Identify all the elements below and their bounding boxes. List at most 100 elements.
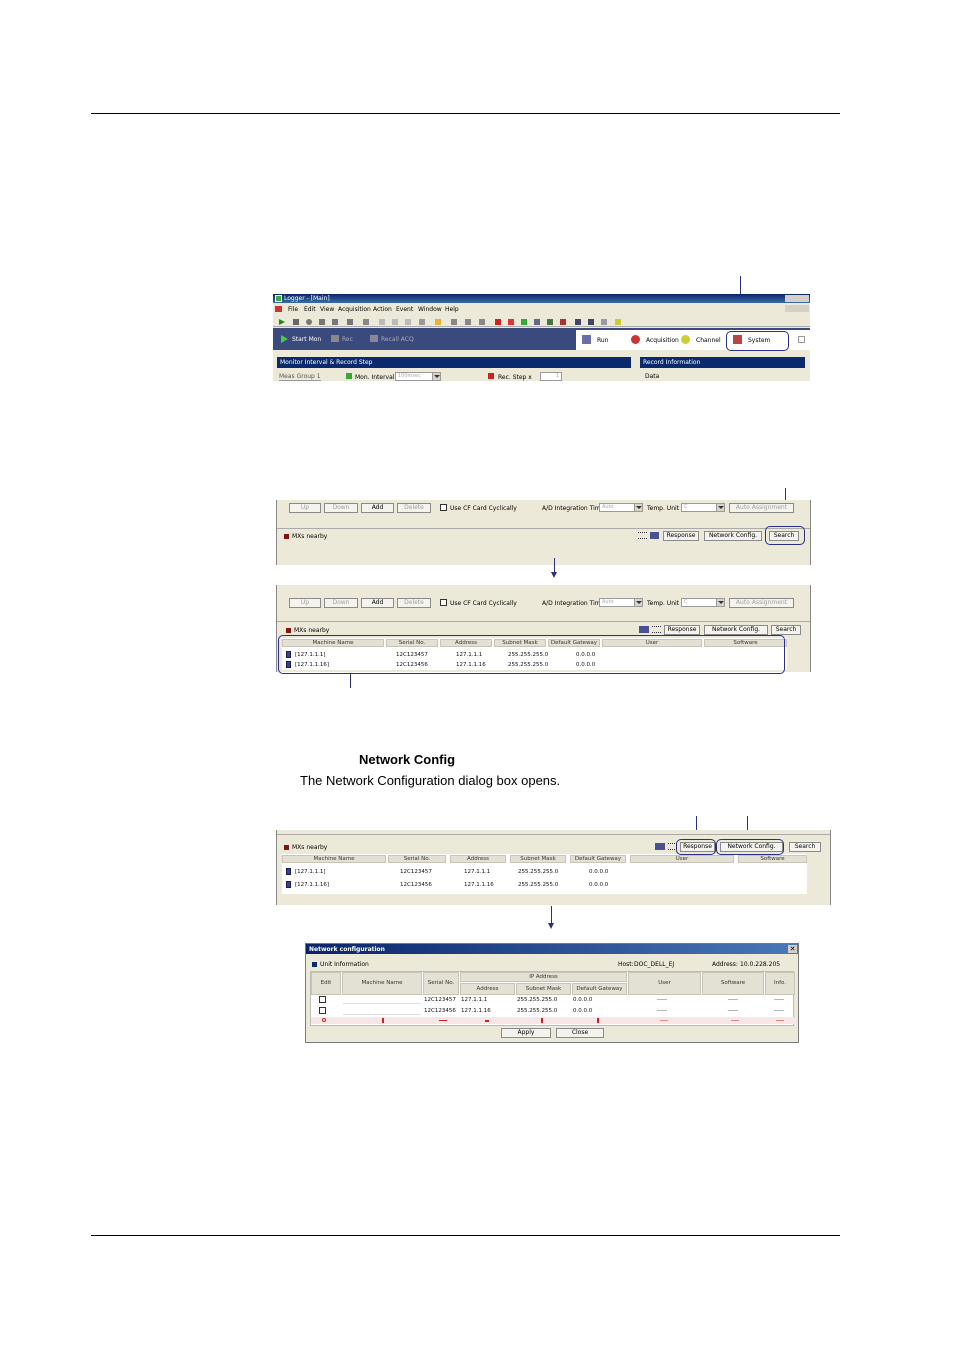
reset-icon[interactable] — [322, 1018, 326, 1022]
help-icon[interactable] — [615, 319, 621, 325]
spin-icon[interactable] — [382, 1018, 384, 1023]
menu-help[interactable]: Help — [445, 306, 459, 313]
unit-table: Edit Machine Name Serial No. IP Address … — [310, 971, 795, 1026]
tab-run[interactable]: Run — [597, 337, 609, 344]
network-config-button[interactable]: Network Config. — [704, 625, 768, 635]
layout1-icon[interactable] — [451, 319, 457, 325]
layout3-icon[interactable] — [479, 319, 485, 325]
search-button[interactable]: Search — [789, 842, 821, 852]
graph-icon[interactable] — [521, 319, 527, 325]
rec-button[interactable]: Rec — [342, 336, 353, 343]
rec-step-input[interactable]: 1 — [540, 372, 562, 381]
stop-icon[interactable] — [332, 319, 338, 325]
folder-icon[interactable] — [435, 319, 441, 325]
pause-icon[interactable] — [293, 319, 299, 325]
alarm-icon[interactable] — [495, 319, 501, 325]
monitor-icon[interactable] — [575, 319, 581, 325]
record-icon[interactable] — [306, 319, 312, 325]
search-button[interactable]: Search — [771, 625, 801, 635]
use-cf-checkbox[interactable] — [440, 504, 447, 511]
flag-icon[interactable] — [560, 319, 566, 325]
close-button[interactable]: Close — [556, 1028, 604, 1038]
menu-event[interactable]: Event — [396, 306, 413, 313]
col-machine-name[interactable]: Machine Name — [282, 855, 386, 863]
menu-view[interactable]: View — [320, 306, 334, 313]
play-icon[interactable] — [279, 319, 285, 325]
menu-edit[interactable]: Edit — [304, 306, 316, 313]
cut-icon[interactable] — [379, 319, 385, 325]
list-view-icon[interactable] — [638, 532, 647, 539]
temp-unit-select[interactable]: C — [681, 503, 725, 512]
add-button[interactable]: Add — [361, 598, 394, 608]
step-icon[interactable] — [319, 319, 325, 325]
menu-window[interactable]: Window — [418, 306, 442, 313]
menu-file[interactable]: File — [288, 306, 298, 313]
spin-icon[interactable] — [485, 1020, 489, 1022]
machine-name-input[interactable] — [343, 996, 421, 1004]
marker-icon[interactable] — [347, 319, 353, 325]
ad-integration-select[interactable]: Auto — [599, 598, 643, 607]
list-view-icon[interactable] — [639, 626, 649, 633]
window-controls[interactable] — [785, 295, 809, 302]
use-cf-checkbox[interactable] — [440, 599, 447, 606]
up-button[interactable]: Up — [289, 503, 321, 513]
paste-icon[interactable] — [405, 319, 411, 325]
response-button[interactable]: Response — [663, 531, 699, 541]
col-serial-no[interactable]: Serial No. — [388, 855, 446, 863]
chart-icon[interactable] — [547, 319, 553, 325]
col-user[interactable]: User — [630, 855, 734, 863]
spin-icon[interactable] — [597, 1018, 599, 1023]
tab-menu-icon[interactable] — [798, 336, 805, 343]
add-button[interactable]: Add — [361, 503, 394, 513]
auto-assignment-button[interactable]: Auto Assignment — [729, 503, 794, 513]
col-address[interactable]: Address — [450, 855, 506, 863]
col-software[interactable]: Software — [738, 855, 807, 863]
delete-button[interactable]: Delete — [397, 503, 431, 513]
menu-action[interactable]: Action — [373, 306, 392, 313]
response-button[interactable]: Response — [664, 625, 700, 635]
ad-integration-select[interactable]: Auto — [599, 503, 643, 512]
apply-button[interactable]: Apply — [501, 1028, 551, 1038]
search-before-screenshot: Up Down Add Delete Use CF Card Cyclicall… — [276, 500, 811, 565]
spin-icon[interactable] — [541, 1018, 543, 1023]
mon-interval-select[interactable]: 100msec — [395, 372, 441, 381]
spin-icon[interactable] — [439, 1020, 447, 1021]
row-address: 127.1.1.1 — [464, 869, 491, 875]
close-icon[interactable]: ✕ — [788, 945, 797, 953]
monitor2-icon[interactable] — [588, 319, 594, 325]
zoom-icon[interactable] — [601, 319, 607, 325]
temp-unit-select[interactable]: C — [681, 598, 725, 607]
copy-icon[interactable] — [392, 319, 398, 325]
use-cf-label: Use CF Card Cyclically — [450, 600, 517, 607]
down-button[interactable]: Down — [324, 503, 358, 513]
cancel-icon[interactable] — [508, 319, 514, 325]
undo-icon[interactable] — [419, 319, 425, 325]
recall-acq-button[interactable]: Recall ACQ — [381, 336, 414, 343]
detail-view-icon[interactable] — [650, 532, 659, 539]
delete-button[interactable]: Delete — [397, 598, 431, 608]
edit-checkbox[interactable] — [319, 1007, 326, 1014]
list-view-icon[interactable] — [655, 843, 665, 850]
detail-view-icon[interactable] — [652, 626, 661, 633]
up-button[interactable]: Up — [289, 598, 321, 608]
tab-acquisition[interactable]: Acquisition — [646, 337, 679, 344]
start-mon-button[interactable]: Start Mon — [292, 336, 321, 343]
table-icon[interactable] — [534, 319, 540, 325]
spin-icon[interactable] — [776, 1020, 784, 1021]
menu-acquisition[interactable]: Acquisition — [338, 306, 371, 313]
spin-icon[interactable] — [731, 1020, 739, 1021]
auto-assignment-button[interactable]: Auto Assignment — [729, 598, 794, 608]
print-icon[interactable] — [363, 319, 369, 325]
tab-channel[interactable]: Channel — [696, 337, 721, 344]
edit-checkbox[interactable] — [319, 996, 326, 1003]
layout2-icon[interactable] — [465, 319, 471, 325]
network-config-button[interactable]: Network Config. — [704, 531, 762, 541]
col-default-gateway[interactable]: Default Gateway — [570, 855, 626, 863]
search-highlight — [765, 526, 805, 545]
machine-name-input[interactable] — [343, 1007, 421, 1015]
spin-icon[interactable] — [660, 1020, 668, 1021]
mdi-controls[interactable] — [785, 305, 809, 312]
down-button[interactable]: Down — [324, 598, 358, 608]
record-panel-header: Record Information — [640, 357, 805, 368]
col-subnet-mask[interactable]: Subnet Mask — [510, 855, 566, 863]
